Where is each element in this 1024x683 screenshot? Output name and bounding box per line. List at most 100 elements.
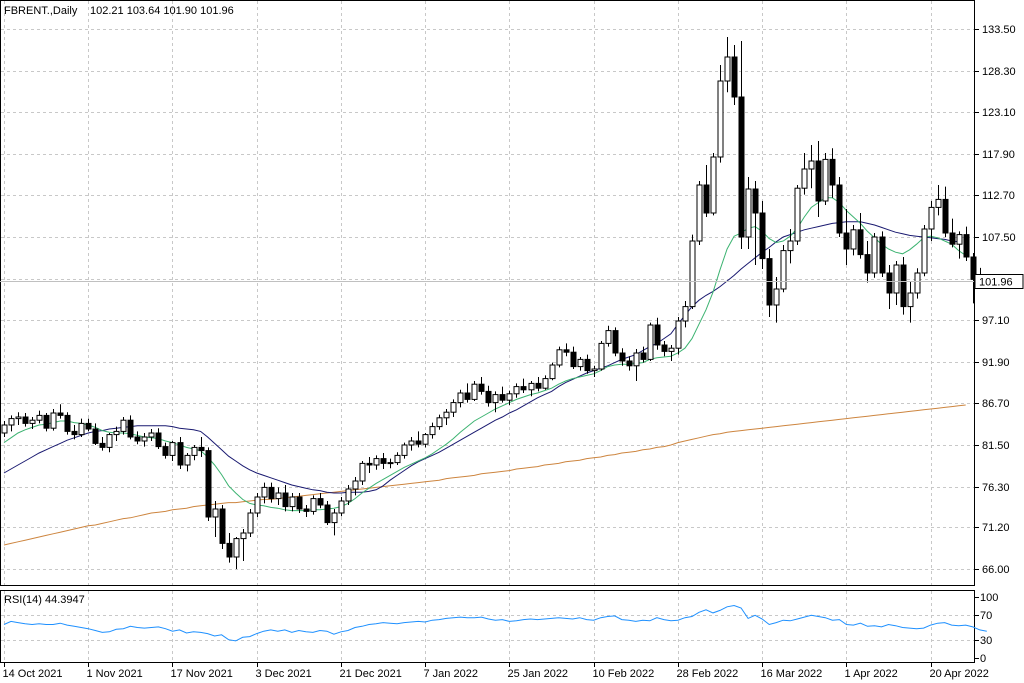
candle <box>570 346 577 369</box>
candle <box>78 418 85 437</box>
candle <box>647 322 654 361</box>
price-tick-label: 91.90 <box>982 357 1010 369</box>
candle <box>64 412 71 435</box>
candle <box>696 181 703 245</box>
candle <box>935 185 942 216</box>
candle <box>22 413 29 427</box>
rsi-tick-label: 30 <box>980 635 992 647</box>
candle <box>394 452 401 465</box>
candle <box>387 458 394 469</box>
candle <box>169 441 176 461</box>
candle <box>773 277 780 323</box>
candle <box>450 399 457 417</box>
candle <box>191 445 198 461</box>
candle <box>703 165 710 217</box>
price-tick-label: 117.90 <box>982 149 1015 161</box>
candle <box>633 349 640 381</box>
price-tick-label: 97.10 <box>982 315 1010 327</box>
candle <box>205 447 212 521</box>
rsi-line <box>3 604 987 642</box>
candle <box>148 429 155 441</box>
candle <box>738 41 745 249</box>
candle <box>233 537 240 569</box>
candle <box>584 354 591 374</box>
candle <box>303 505 310 517</box>
candle <box>857 213 864 259</box>
candle <box>963 226 970 261</box>
rsi-tick-label: 100 <box>980 592 998 604</box>
candle <box>563 343 570 357</box>
candle <box>226 533 233 563</box>
candle <box>556 346 563 368</box>
candle <box>184 453 191 472</box>
candle <box>457 389 464 408</box>
date-tick-label: 14 Oct 2021 <box>3 668 63 680</box>
candle <box>843 209 850 265</box>
candle <box>907 281 914 323</box>
candle <box>921 225 928 277</box>
ohlc-readout: 102.21 103.64 101.90 101.96 <box>90 5 234 17</box>
candle <box>661 341 668 357</box>
candle <box>436 414 443 430</box>
price-tick-label: 107.50 <box>982 232 1016 244</box>
candle <box>57 404 64 419</box>
price-tick-label: 112.70 <box>982 190 1015 202</box>
candle <box>219 505 226 549</box>
candle <box>1 421 8 437</box>
candle <box>612 327 619 357</box>
candle <box>801 153 808 195</box>
price-chart[interactable]: 133.50 128.30 123.10 117.90 112.70 107.50 102.… <box>0 0 1024 683</box>
ma-fast-line <box>3 197 966 512</box>
candle <box>689 234 696 309</box>
candle <box>408 437 415 451</box>
date-tick-label: 28 Feb 2022 <box>677 668 739 680</box>
price-tick-label: 66.00 <box>982 564 1010 576</box>
price-tick-label: 71.20 <box>982 522 1010 534</box>
date-tick-label: 1 Apr 2022 <box>845 668 898 680</box>
candlesticks <box>1 37 984 569</box>
candle <box>879 231 886 277</box>
price-axis: 133.50128.30123.10117.90112.70107.50102.… <box>974 24 1016 576</box>
candle <box>324 501 331 525</box>
candle <box>212 501 219 537</box>
candle <box>682 301 689 328</box>
candle <box>331 509 338 536</box>
candle <box>134 431 141 445</box>
candle <box>619 348 626 366</box>
price-tick-label: 128.30 <box>982 66 1016 78</box>
candle <box>752 181 759 265</box>
candle <box>254 493 261 517</box>
candle <box>914 268 921 299</box>
rsi-tick-label: 0 <box>980 653 986 665</box>
candle <box>675 317 682 355</box>
candle <box>836 177 843 237</box>
candle <box>155 428 162 449</box>
candle <box>513 383 520 398</box>
candle <box>535 377 542 392</box>
candle <box>471 381 478 401</box>
candle <box>43 413 50 432</box>
date-tick-label: 21 Dec 2021 <box>340 668 402 680</box>
price-tick-label: 123.10 <box>982 107 1016 119</box>
candle <box>127 415 134 440</box>
candle <box>282 485 289 512</box>
candle <box>542 375 549 390</box>
price-plot-frame <box>0 0 975 586</box>
candle <box>710 153 717 216</box>
current-price-marker: 101.96 <box>974 274 1024 289</box>
candle <box>499 386 506 403</box>
rsi-grid <box>1 591 974 662</box>
rsi-title: RSI(14) 44.3947 <box>4 594 85 606</box>
candle <box>401 442 408 459</box>
date-tick-label: 7 Jan 2022 <box>424 668 478 680</box>
candle <box>928 201 935 241</box>
candle <box>464 383 471 403</box>
candle <box>429 422 436 439</box>
date-tick-label: 20 Apr 2022 <box>930 668 989 680</box>
candle <box>373 455 380 470</box>
candle <box>886 265 893 309</box>
price-tick-label: 81.50 <box>982 440 1010 452</box>
candle <box>520 378 527 393</box>
candle <box>240 529 247 561</box>
candle <box>85 418 92 432</box>
